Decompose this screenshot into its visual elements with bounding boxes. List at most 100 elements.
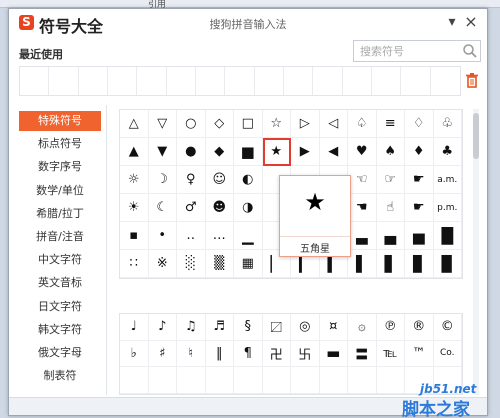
symbol-cell[interactable]: ♤ <box>348 110 377 138</box>
symbol-cell[interactable]: © <box>433 314 462 341</box>
symbol-cell[interactable]: p.m. <box>433 194 462 222</box>
symbol-cell[interactable]: ☛ <box>405 166 434 194</box>
symbol-cell[interactable]: □ <box>234 110 263 138</box>
symbol-cell[interactable]: ▼ <box>148 138 177 166</box>
symbol-cell[interactable]: ♪ <box>148 314 177 341</box>
symbol-cell[interactable]: ¶ <box>234 340 263 368</box>
scrollbar[interactable] <box>473 109 479 395</box>
symbol-cell[interactable]: ▒ <box>205 250 234 278</box>
symbol-cell[interactable] <box>348 367 377 394</box>
symbol-cell[interactable]: 卐 <box>291 340 320 368</box>
symbol-cell[interactable]: ★ <box>262 138 291 166</box>
category-item[interactable]: 英文音标 <box>19 273 101 293</box>
symbol-cell[interactable]: △ <box>120 110 149 138</box>
symbol-cell[interactable]: ▄ <box>376 222 405 250</box>
symbol-cell[interactable]: ‥ <box>177 222 206 250</box>
symbol-cell[interactable]: 卍 <box>262 340 291 368</box>
symbol-cell[interactable]: … <box>205 222 234 250</box>
symbol-cell[interactable]: ☜ <box>348 166 377 194</box>
recent-slot[interactable] <box>284 67 314 95</box>
recent-slot[interactable] <box>167 67 196 95</box>
symbol-cell[interactable]: ♥ <box>348 138 377 166</box>
symbol-cell[interactable]: ♦ <box>405 138 434 166</box>
scrollbar-thumb[interactable] <box>473 113 479 159</box>
symbol-cell[interactable]: ▃ <box>348 222 377 250</box>
symbol-cell[interactable]: ▋ <box>376 250 405 278</box>
symbol-cell[interactable]: ♂ <box>177 194 206 222</box>
symbol-cell[interactable]: • <box>148 222 177 250</box>
symbol-cell[interactable]: ░ <box>177 250 206 278</box>
symbol-cell[interactable]: ☚ <box>348 194 377 222</box>
symbol-cell[interactable]: 〼 <box>262 314 291 341</box>
recent-slot[interactable] <box>137 67 167 95</box>
symbol-cell[interactable]: ◐ <box>234 166 263 194</box>
symbol-cell[interactable]: ¤ <box>319 314 348 341</box>
symbol-cell[interactable]: ♣ <box>433 138 462 166</box>
symbol-cell[interactable] <box>177 367 206 394</box>
recent-slot[interactable] <box>255 67 284 95</box>
recent-slot[interactable] <box>20 67 50 95</box>
symbol-cell[interactable]: ♀ <box>177 166 206 194</box>
search-input[interactable] <box>354 41 458 61</box>
symbol-cell[interactable] <box>205 367 234 394</box>
symbol-cell[interactable]: ● <box>177 138 206 166</box>
symbol-cell[interactable] <box>120 367 149 394</box>
symbol-cell[interactable]: ☀ <box>120 194 149 222</box>
symbol-cell[interactable]: ☻ <box>205 194 234 222</box>
symbol-cell[interactable]: ▪ <box>120 222 149 250</box>
symbol-cell[interactable]: ○ <box>177 110 206 138</box>
minimize-button[interactable]: ▾ <box>443 14 461 30</box>
symbol-cell[interactable]: ▬ <box>319 340 348 368</box>
category-item[interactable]: 特殊符号 <box>19 111 101 131</box>
symbol-cell[interactable]: ♬ <box>205 314 234 341</box>
close-button[interactable]: × <box>462 14 480 30</box>
category-item[interactable]: 俄文字母 <box>19 343 101 363</box>
symbol-cell[interactable]: Co. <box>433 340 462 368</box>
symbol-cell[interactable]: ‖ <box>205 340 234 368</box>
symbol-cell[interactable]: ℡ <box>376 340 405 368</box>
category-item[interactable]: 中文字符 <box>19 250 101 270</box>
symbol-cell[interactable]: ◀ <box>319 138 348 166</box>
symbol-cell[interactable]: ▷ <box>291 110 320 138</box>
symbol-cell[interactable]: ® <box>405 314 434 341</box>
symbol-cell[interactable]: ■ <box>234 138 263 166</box>
recent-slot[interactable] <box>401 67 431 95</box>
recent-slot[interactable] <box>108 67 138 95</box>
symbol-cell[interactable]: ▉ <box>433 250 462 278</box>
symbol-cell[interactable]: ☝ <box>376 194 405 222</box>
category-item[interactable]: 日文字符 <box>19 297 101 317</box>
symbol-cell[interactable]: a.m. <box>433 166 462 194</box>
symbol-cell[interactable] <box>148 367 177 394</box>
symbol-cell[interactable]: ♢ <box>405 110 434 138</box>
symbol-cell[interactable]: ♮ <box>177 340 206 368</box>
symbol-cell[interactable]: ▶ <box>291 138 320 166</box>
symbol-cell[interactable]: ☞ <box>376 166 405 194</box>
symbol-cell[interactable]: ☺ <box>205 166 234 194</box>
symbol-cell[interactable]: ∷ <box>120 250 149 278</box>
symbol-cell[interactable]: ۞ <box>348 314 377 341</box>
symbol-cell[interactable]: ◁ <box>319 110 348 138</box>
symbol-cell[interactable]: ♯ <box>148 340 177 368</box>
symbol-cell[interactable]: ▌ <box>348 250 377 278</box>
symbol-cell[interactable]: ℗ <box>376 314 405 341</box>
symbol-cell[interactable]: ☛ <box>405 194 434 222</box>
category-item[interactable]: 韩文字符 <box>19 320 101 340</box>
recent-slot[interactable] <box>225 67 255 95</box>
symbol-cell[interactable]: ☆ <box>262 110 291 138</box>
trash-icon[interactable] <box>465 72 479 88</box>
symbol-cell[interactable]: ♧ <box>433 110 462 138</box>
symbol-cell[interactable]: ▲ <box>120 138 149 166</box>
symbol-cell[interactable]: ☾ <box>148 194 177 222</box>
symbol-cell[interactable]: ▁ <box>234 222 263 250</box>
symbol-cell[interactable]: 〓 <box>348 340 377 368</box>
category-item[interactable]: 数学/单位 <box>19 181 101 201</box>
recent-slot[interactable] <box>343 67 372 95</box>
symbol-cell[interactable]: ◎ <box>291 314 320 341</box>
recent-slot[interactable] <box>49 67 79 95</box>
symbol-cell[interactable] <box>291 367 320 394</box>
symbol-cell[interactable]: ≡ <box>376 110 405 138</box>
recent-slot[interactable] <box>372 67 402 95</box>
recent-slot[interactable] <box>79 67 108 95</box>
symbol-cell[interactable] <box>319 367 348 394</box>
symbol-cell[interactable]: ▽ <box>148 110 177 138</box>
